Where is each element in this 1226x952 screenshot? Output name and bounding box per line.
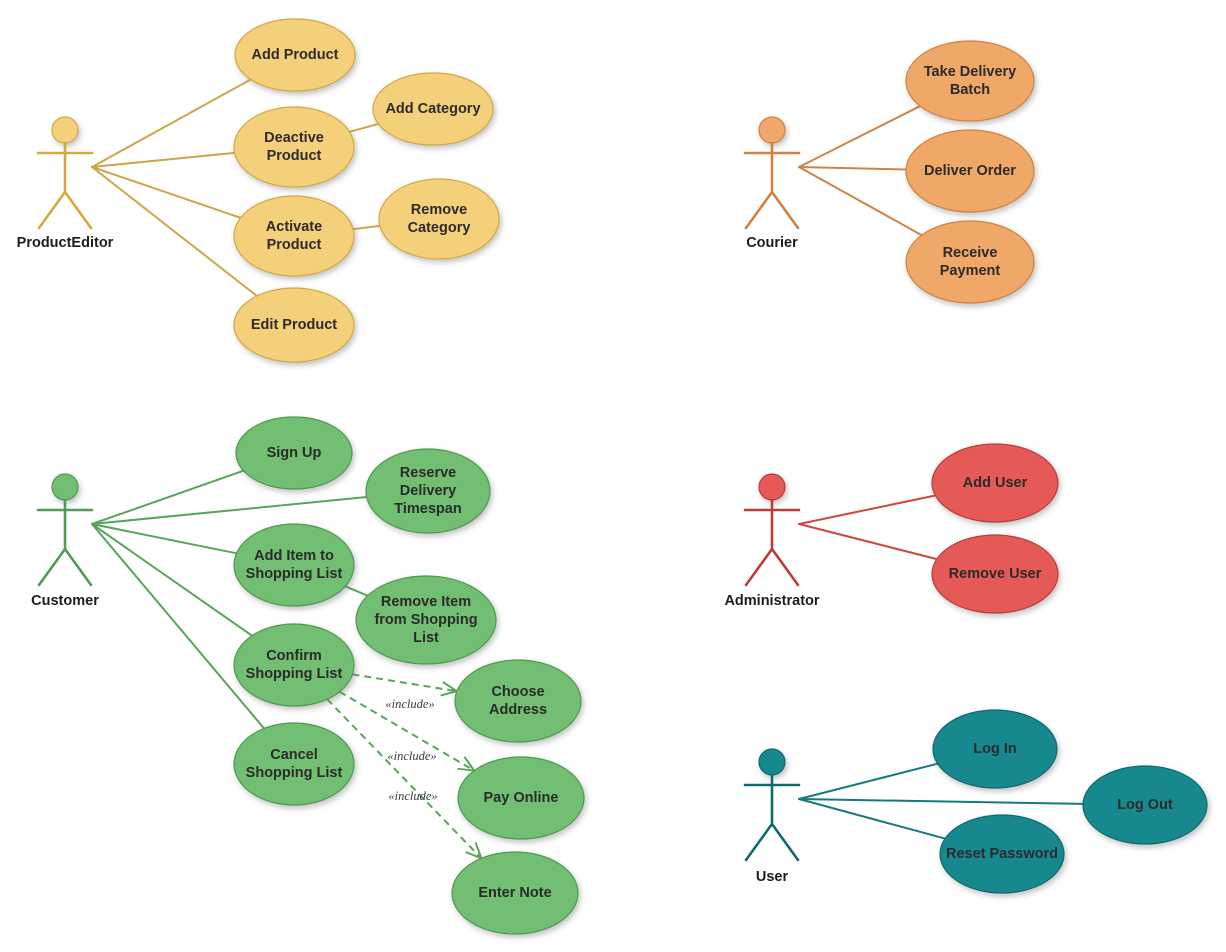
use-case-log-in[interactable] — [932, 709, 1058, 789]
actor-administrator[interactable] — [743, 473, 801, 587]
use-case-choose-address[interactable] — [454, 659, 582, 743]
include-confirm-shopping-list-to-choose-address — [352, 673, 457, 693]
use-case-ellipse — [457, 756, 585, 840]
association-add-item-to-shopping-list-to-remove-item-from-shopping-list — [344, 585, 369, 597]
association-producteditor-to-activate-product — [91, 166, 242, 219]
use-case-ellipse — [233, 722, 355, 806]
use-case-ellipse — [931, 534, 1059, 614]
nodes-layer — [36, 18, 1208, 935]
actor-head-icon — [758, 748, 786, 776]
actor-head-icon — [51, 473, 79, 501]
association-administrator-to-add-user — [798, 494, 937, 525]
arrowhead-icon — [440, 681, 458, 697]
use-case-ellipse — [451, 851, 579, 935]
use-case-ellipse — [233, 287, 355, 363]
use-case-enter-note[interactable] — [451, 851, 579, 935]
actor-customer[interactable] — [36, 473, 94, 587]
use-case-reserve-delivery-timespan[interactable] — [365, 448, 491, 534]
use-case-ellipse — [378, 178, 500, 260]
use-case-ellipse — [233, 623, 355, 707]
include-stereotype-label: «include» — [387, 749, 436, 763]
use-case-ellipse — [905, 129, 1035, 213]
association-courier-to-deliver-order — [798, 166, 908, 171]
include-stereotype-label: «include» — [388, 789, 437, 803]
actor-body-icon — [743, 773, 801, 862]
use-case-edit-product[interactable] — [233, 287, 355, 363]
use-case-ellipse — [932, 709, 1058, 789]
use-case-ellipse — [939, 814, 1065, 894]
association-courier-to-take-delivery-batch — [798, 105, 922, 168]
use-case-sign-up[interactable] — [235, 416, 353, 490]
use-case-ellipse — [233, 106, 355, 188]
use-case-ellipse — [355, 575, 497, 665]
use-case-remove-item-from-shopping-list[interactable] — [355, 575, 497, 665]
association-user-to-log-out — [798, 798, 1085, 805]
use-case-add-item-to-shopping-list[interactable] — [233, 523, 355, 607]
use-case-pay-online[interactable] — [457, 756, 585, 840]
use-case-take-delivery-batch[interactable] — [905, 40, 1035, 122]
include-stereotype-label: «include» — [385, 697, 434, 711]
use-case-ellipse — [372, 72, 494, 146]
use-case-add-product[interactable] — [234, 18, 356, 92]
use-case-ellipse — [1082, 765, 1208, 845]
actor-body-icon — [743, 498, 801, 587]
actor-producteditor[interactable] — [36, 116, 94, 230]
use-case-receive-payment[interactable] — [905, 220, 1035, 304]
actor-label-customer: Customer — [31, 593, 99, 609]
use-case-cancel-shopping-list[interactable] — [233, 722, 355, 806]
use-case-ellipse — [233, 195, 355, 277]
use-case-deliver-order[interactable] — [905, 129, 1035, 213]
use-case-ellipse — [905, 40, 1035, 122]
use-case-ellipse — [905, 220, 1035, 304]
use-case-deactive-product[interactable] — [233, 106, 355, 188]
diagram-canvas: ProductEditorAdd ProductAdd CategoryDeac… — [17, 18, 1208, 935]
use-case-diagram: ProductEditor Add Product Add Category Deac… — [0, 0, 1226, 952]
arrowhead-icon — [457, 756, 476, 772]
use-case-reset-password[interactable] — [939, 814, 1065, 894]
use-case-ellipse — [233, 523, 355, 607]
use-case-activate-product[interactable] — [233, 195, 355, 277]
association-administrator-to-remove-user — [798, 523, 938, 561]
actor-body-icon — [36, 141, 94, 230]
use-case-add-user[interactable] — [931, 443, 1059, 523]
use-case-confirm-shopping-list[interactable] — [233, 623, 355, 707]
use-case-ellipse — [931, 443, 1059, 523]
use-case-remove-user[interactable] — [931, 534, 1059, 614]
association-producteditor-to-edit-product — [91, 166, 258, 297]
actor-label-courier: Courier — [746, 235, 798, 251]
association-activate-product-to-remove-category — [352, 224, 381, 231]
association-courier-to-receive-payment — [798, 166, 923, 237]
actor-label-administrator: Administrator — [724, 593, 819, 609]
association-deactive-product-to-add-category — [348, 122, 380, 133]
use-case-ellipse — [454, 659, 582, 743]
association-user-to-log-in — [798, 762, 939, 800]
use-case-ellipse — [234, 18, 356, 92]
actor-body-icon — [36, 498, 94, 587]
use-case-ellipse — [365, 448, 491, 534]
use-case-add-category[interactable] — [372, 72, 494, 146]
association-user-to-reset-password — [798, 798, 947, 840]
actor-user[interactable] — [743, 748, 801, 862]
actor-head-icon — [51, 116, 79, 144]
actor-head-icon — [758, 116, 786, 144]
use-case-remove-category[interactable] — [378, 178, 500, 260]
use-case-log-out[interactable] — [1082, 765, 1208, 845]
use-case-ellipse — [235, 416, 353, 490]
actor-head-icon — [758, 473, 786, 501]
actor-courier[interactable] — [743, 116, 801, 230]
actor-label-user: User — [756, 869, 789, 885]
actor-label-producteditor: ProductEditor — [17, 235, 114, 251]
actor-body-icon — [743, 141, 801, 230]
